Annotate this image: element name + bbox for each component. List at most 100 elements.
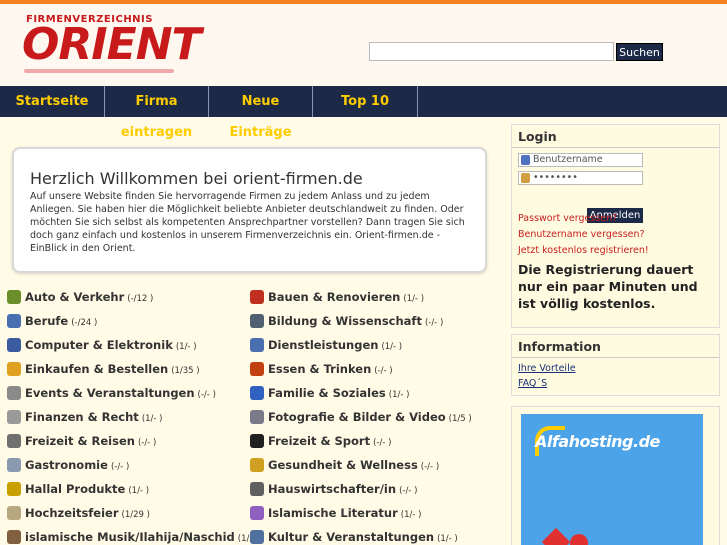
category-label[interactable]: Fotografie & Bilder & Video — [268, 410, 446, 424]
username-placeholder: Benutzername — [533, 154, 603, 165]
forgot-username-link[interactable]: Benutzername vergessen? — [518, 229, 645, 240]
category-count: (-/- ) — [137, 438, 157, 448]
nav-neue-eintraege[interactable]: Neue Einträge — [209, 86, 313, 140]
computer-icon — [7, 338, 21, 352]
nav-top-10[interactable]: Top 10 — [313, 86, 418, 117]
ad-container: Alfahosting.de — [511, 406, 720, 545]
category-item[interactable]: Islamische Literatur (1/- ) — [250, 505, 421, 521]
category-item[interactable]: Freizeit & Sport (-/- ) — [250, 433, 391, 449]
category-label[interactable]: Computer & Elektronik — [25, 338, 173, 352]
events-icon — [7, 386, 21, 400]
category-count: (-/24 ) — [71, 318, 98, 328]
username-field[interactable]: Benutzername — [518, 153, 643, 167]
category-label[interactable]: Finanzen & Recht — [25, 410, 139, 424]
information-title: Information — [512, 335, 719, 358]
ad-decoration — [541, 527, 571, 545]
category-label[interactable]: Hochzeitsfeier — [25, 506, 119, 520]
site-logo[interactable]: FIRMENVERZEICHNIS ORIENT — [22, 14, 202, 74]
category-item[interactable]: Freizeit & Reisen (-/- ) — [7, 433, 156, 449]
education-icon — [250, 314, 264, 328]
category-label[interactable]: Hauswirtschafter/in — [268, 482, 396, 496]
key-icon — [521, 173, 530, 183]
category-item[interactable]: Hallal Produkte (1/- ) — [7, 481, 149, 497]
category-count: (1/- ) — [437, 534, 458, 544]
register-link[interactable]: Jetzt kostenlos registrieren! — [518, 245, 649, 256]
category-item[interactable]: Einkaufen & Bestellen (1/35 ) — [7, 361, 200, 377]
category-item[interactable]: Berufe (-/24 ) — [7, 313, 97, 329]
category-label[interactable]: Familie & Soziales — [268, 386, 386, 400]
login-title: Login — [512, 125, 719, 148]
category-count: (1/- ) — [141, 414, 163, 424]
health-icon — [250, 458, 264, 472]
register-info: Die Registrierung dauert nur ein paar Mi… — [518, 262, 698, 311]
category-item[interactable]: Gesundheit & Wellness (-/- ) — [250, 457, 439, 473]
category-label[interactable]: Gesundheit & Wellness — [268, 458, 418, 472]
category-label[interactable]: islamische Musik/Ilahija/Naschid — [25, 530, 235, 544]
category-count: (-/- ) — [373, 438, 392, 448]
category-count: (1/5 ) — [448, 414, 472, 424]
category-item[interactable]: islamische Musik/Ilahija/Naschid (1/- ) — [7, 529, 258, 545]
category-label[interactable]: Kultur & Veranstaltungen — [268, 530, 434, 544]
search-button[interactable]: Suchen — [616, 43, 663, 61]
category-item[interactable]: Finanzen & Recht (1/- ) — [7, 409, 163, 425]
category-count: (-/- ) — [399, 486, 418, 496]
header: FIRMENVERZEICHNIS ORIENT Suchen — [0, 4, 727, 86]
services-icon — [250, 338, 264, 352]
vorteile-link[interactable]: Ihre Vorteile — [518, 363, 576, 374]
culture-icon — [250, 530, 264, 544]
category-item[interactable]: Hochzeitsfeier (1/29 ) — [7, 505, 150, 521]
category-label[interactable]: Auto & Verkehr — [25, 290, 124, 304]
category-item[interactable]: Essen & Trinken (-/- ) — [250, 361, 393, 377]
car-icon — [7, 290, 21, 304]
faq-link[interactable]: FAQ´S — [518, 378, 547, 389]
tools-icon — [7, 314, 21, 328]
forgot-password-link[interactable]: Passwort vergessen? — [518, 213, 617, 224]
ad-decoration — [570, 534, 588, 545]
food-icon — [250, 362, 264, 376]
ad-brand: Alfahosting.de — [535, 432, 660, 451]
category-item[interactable]: Hauswirtschafter/in (-/- ) — [250, 481, 417, 497]
category-label[interactable]: Einkaufen & Bestellen — [25, 362, 168, 376]
category-count: (1/29 ) — [121, 510, 150, 520]
category-count: (-/- ) — [424, 318, 444, 328]
nav-startseite[interactable]: Startseite — [0, 86, 105, 117]
welcome-box: Herzlich Willkommen bei orient-firmen.de… — [12, 147, 487, 273]
category-count: (-/- ) — [197, 390, 216, 400]
category-item[interactable]: Computer & Elektronik (1/- ) — [7, 337, 197, 353]
household-icon — [250, 482, 264, 496]
category-label[interactable]: Hallal Produkte — [25, 482, 125, 496]
category-label[interactable]: Islamische Literatur — [268, 506, 398, 520]
travel-icon — [7, 434, 21, 448]
category-item[interactable]: Gastronomie (-/- ) — [7, 457, 129, 473]
category-label[interactable]: Berufe — [25, 314, 68, 328]
password-value: •••••••• — [533, 172, 578, 183]
category-label[interactable]: Freizeit & Sport — [268, 434, 370, 448]
category-label[interactable]: Essen & Trinken — [268, 362, 371, 376]
construction-icon — [250, 290, 264, 304]
category-item[interactable]: Dienstleistungen (1/- ) — [250, 337, 402, 353]
category-item[interactable]: Familie & Soziales (1/- ) — [250, 385, 409, 401]
category-label[interactable]: Freizeit & Reisen — [25, 434, 135, 448]
category-label[interactable]: Events & Veranstaltungen — [25, 386, 195, 400]
shopping-icon — [7, 362, 21, 376]
ad-banner[interactable]: Alfahosting.de — [521, 414, 703, 545]
nav-firma-eintragen[interactable]: Firma eintragen — [105, 86, 209, 140]
wedding-icon — [7, 506, 21, 520]
category-label[interactable]: Bauen & Renovieren — [268, 290, 400, 304]
password-field[interactable]: •••••••• — [518, 171, 643, 185]
category-item[interactable]: Events & Veranstaltungen (-/- ) — [7, 385, 216, 401]
category-count: (1/- ) — [175, 342, 197, 352]
category-item[interactable]: Bauen & Renovieren (1/- ) — [250, 289, 424, 305]
category-item[interactable]: Kultur & Veranstaltungen (1/- ) — [250, 529, 458, 545]
category-count: (1/- ) — [381, 342, 403, 352]
main-nav: Startseite Firma eintragen Neue Einträge… — [0, 86, 727, 140]
category-label[interactable]: Dienstleistungen — [268, 338, 378, 352]
category-label[interactable]: Bildung & Wissenschaft — [268, 314, 422, 328]
hallal-icon — [7, 482, 21, 496]
music-icon — [7, 530, 21, 544]
category-item[interactable]: Fotografie & Bilder & Video (1/5 ) — [250, 409, 472, 425]
search-input[interactable] — [369, 42, 614, 61]
category-label[interactable]: Gastronomie — [25, 458, 108, 472]
category-item[interactable]: Auto & Verkehr (-/12 ) — [7, 289, 153, 305]
category-item[interactable]: Bildung & Wissenschaft (-/- ) — [250, 313, 443, 329]
